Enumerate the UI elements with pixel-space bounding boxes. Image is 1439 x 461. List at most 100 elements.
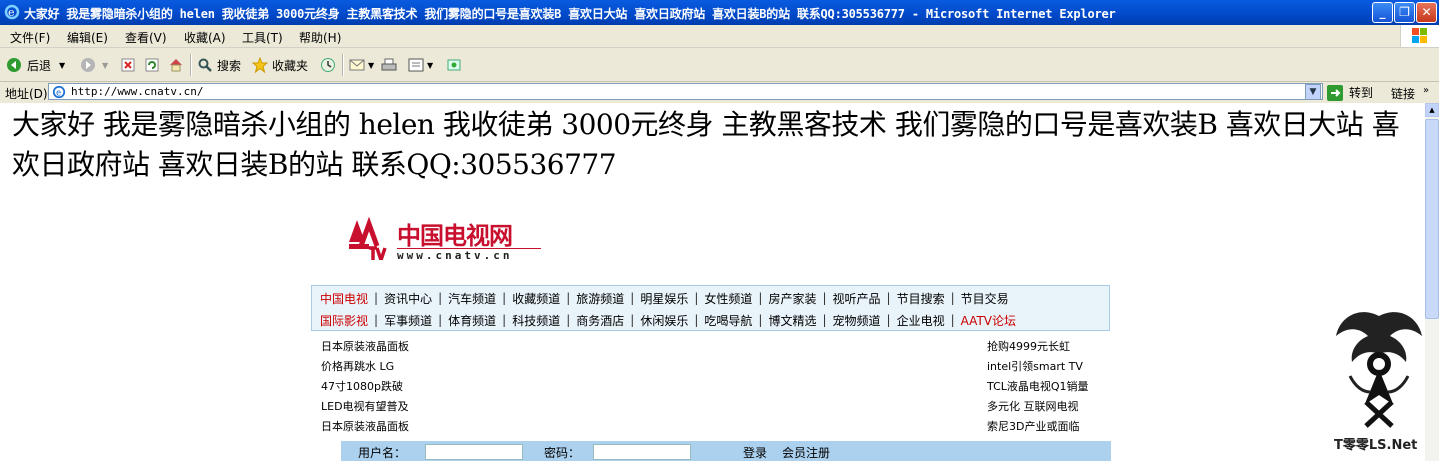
mail-button[interactable]: ▼ xyxy=(349,55,374,75)
links-chevron-icon[interactable]: » xyxy=(1423,85,1429,96)
ad-link-right[interactable]: 索尼3D产业或面临 xyxy=(987,418,1079,434)
ad-link-left[interactable]: LED电视有望普及 xyxy=(321,398,409,414)
nav-link[interactable]: 视听产品 xyxy=(833,290,881,307)
nav-link[interactable]: 资讯中心 xyxy=(384,290,432,307)
close-button[interactable]: ✕ xyxy=(1416,2,1437,23)
search-icon xyxy=(198,58,212,72)
links-button[interactable]: 链接 xyxy=(1391,85,1415,102)
back-arrow-icon xyxy=(7,58,21,72)
password-input[interactable] xyxy=(593,444,691,460)
username-input[interactable] xyxy=(425,444,523,460)
ie-icon: e xyxy=(4,4,20,20)
ad-link-left[interactable]: 价格再跳水 LG xyxy=(321,358,394,374)
window-title: 大家好 我是雾隐暗杀小组的 helen 我收徒弟 3000元终身 主教黑客技术 … xyxy=(24,7,1116,21)
forward-arrow-icon xyxy=(81,58,95,72)
print-icon xyxy=(381,58,397,71)
ad-link-left[interactable]: 日本原装液晶面板 xyxy=(321,338,409,354)
nav-link[interactable]: 吃喝导航 xyxy=(704,312,752,329)
nav-link[interactable]: 旅游频道 xyxy=(576,290,624,307)
history-icon xyxy=(321,58,335,72)
login-link[interactable]: 登录 xyxy=(743,444,767,461)
maximize-button[interactable]: ❐ xyxy=(1394,2,1415,23)
menu-view[interactable]: 查看(V) xyxy=(125,29,167,46)
back-button[interactable]: 后退 ▼ xyxy=(6,55,65,75)
nav-link[interactable]: 科技频道 xyxy=(512,312,560,329)
windows-logo-icon xyxy=(1400,25,1439,47)
address-url: http://www.cnatv.cn/ xyxy=(71,85,204,98)
edit-button[interactable]: ▼ xyxy=(408,55,433,75)
menu-help[interactable]: 帮助(H) xyxy=(299,29,341,46)
menu-favorites[interactable]: 收藏(A) xyxy=(184,29,226,46)
nav-link[interactable]: 商务酒店 xyxy=(576,312,624,329)
nav-link[interactable]: 休闲娱乐 xyxy=(640,312,688,329)
address-dropdown-button[interactable]: ▼ xyxy=(1305,84,1321,100)
scroll-up-button[interactable]: ▲ xyxy=(1425,103,1439,117)
logo-domain: www.cnatv.cn xyxy=(397,249,513,262)
nav-link[interactable]: 企业电视 xyxy=(897,312,945,329)
nav-link[interactable]: 国际影视 xyxy=(320,312,368,329)
hacker-emblem: T零零LS.Net xyxy=(1330,306,1425,456)
back-dropdown-icon[interactable]: ▼ xyxy=(59,61,65,70)
login-bar: 用户名： 密码： 登录 会员注册 xyxy=(341,441,1111,461)
address-input[interactable]: e http://www.cnatv.cn/ xyxy=(48,83,1323,100)
menu-edit[interactable]: 编辑(E) xyxy=(67,29,108,46)
menu-tools[interactable]: 工具(T) xyxy=(242,29,283,46)
nav-link[interactable]: 宠物频道 xyxy=(833,312,881,329)
register-link[interactable]: 会员注册 xyxy=(782,444,830,461)
watermark-text: T零零LS.Net xyxy=(1334,438,1418,453)
nav-row-2: 国际影视 | 军事频道 | 体育频道 | 科技频道 | 商务酒店 | 休闲娱乐 | 吃喝导航… xyxy=(320,312,1016,329)
nav-link[interactable]: 汽车频道 xyxy=(448,290,496,307)
edit-icon xyxy=(408,58,424,72)
go-arrow-icon xyxy=(1327,84,1343,101)
star-icon xyxy=(252,57,268,73)
stop-icon xyxy=(121,58,135,72)
nav-link[interactable]: 节目交易 xyxy=(961,290,1009,307)
page-icon: e xyxy=(52,85,66,99)
edit-dropdown-icon[interactable]: ▼ xyxy=(427,61,433,70)
history-button[interactable] xyxy=(320,55,336,75)
forward-button[interactable]: ▼ xyxy=(80,55,108,75)
back-label: 后退 xyxy=(27,58,52,73)
ad-link-left[interactable]: 日本原装液晶面板 xyxy=(321,418,409,434)
menu-file[interactable]: 文件(F) xyxy=(10,29,50,46)
forward-dropdown-icon[interactable]: ▼ xyxy=(102,61,108,70)
address-bar: 地址(D) e http://www.cnatv.cn/ ▼ 转到 链接 » xyxy=(0,82,1439,103)
scroll-thumb[interactable] xyxy=(1425,119,1439,319)
ad-link-right[interactable]: TCL液晶电视Q1销量 xyxy=(987,378,1089,394)
nav-link[interactable]: AATV论坛 xyxy=(961,312,1016,329)
mail-dropdown-icon[interactable]: ▼ xyxy=(368,61,374,70)
messenger-button[interactable] xyxy=(446,55,462,75)
vertical-scrollbar[interactable]: ▲ xyxy=(1425,103,1439,461)
defacement-message: 大家好 我是雾隐暗杀小组的 helen 我收徒弟 3000元终身 主教黑客技术 … xyxy=(12,108,1400,181)
channel-nav: 中国电视 | 资讯中心 | 汽车频道 | 收藏频道 | 旅游频道 | 明星娱乐 | 女性频道… xyxy=(311,285,1110,331)
ad-link-right[interactable]: 多元化 互联网电视 xyxy=(987,398,1079,414)
nav-link[interactable]: 体育频道 xyxy=(448,312,496,329)
nav-link[interactable]: 收藏频道 xyxy=(512,290,560,307)
nav-link[interactable]: 节目搜索 xyxy=(897,290,945,307)
refresh-button[interactable] xyxy=(144,55,160,75)
go-button[interactable]: 转到 xyxy=(1327,84,1373,101)
title-bar[interactable]: e 大家好 我是雾隐暗杀小组的 helen 我收徒弟 3000元终身 主教黑客技… xyxy=(0,0,1439,25)
nav-link[interactable]: 军事频道 xyxy=(384,312,432,329)
tribal-dragon-icon xyxy=(1336,312,1422,428)
go-label: 转到 xyxy=(1349,86,1374,100)
svg-text:e: e xyxy=(8,6,15,19)
site-logo[interactable]: 中国电视网 www.cnatv.cn xyxy=(347,216,547,266)
ad-link-right[interactable]: 抢购4999元长虹 xyxy=(987,338,1070,354)
nav-link[interactable]: 房产家装 xyxy=(768,290,816,307)
search-button[interactable]: 搜索 xyxy=(197,55,241,75)
ad-link-left[interactable]: 47寸1080p跌破 xyxy=(321,378,403,394)
nav-link[interactable]: 博文精选 xyxy=(768,312,816,329)
home-button[interactable] xyxy=(168,55,184,75)
nav-link[interactable]: 女性频道 xyxy=(704,290,752,307)
minimize-button[interactable]: _ xyxy=(1372,2,1393,23)
stop-button[interactable] xyxy=(120,55,136,75)
nav-link[interactable]: 明星娱乐 xyxy=(640,290,688,307)
favorites-button[interactable]: 收藏夹 xyxy=(252,55,308,75)
password-label: 密码： xyxy=(544,446,581,460)
ad-link-right[interactable]: intel引领smart TV xyxy=(987,358,1083,374)
toolbar: 后退 ▼ ▼ 搜索 收藏夹 ▼ ▼ xyxy=(0,48,1439,82)
nav-link[interactable]: 中国电视 xyxy=(320,290,368,307)
print-button[interactable] xyxy=(381,55,397,75)
svg-text:e: e xyxy=(56,89,61,99)
